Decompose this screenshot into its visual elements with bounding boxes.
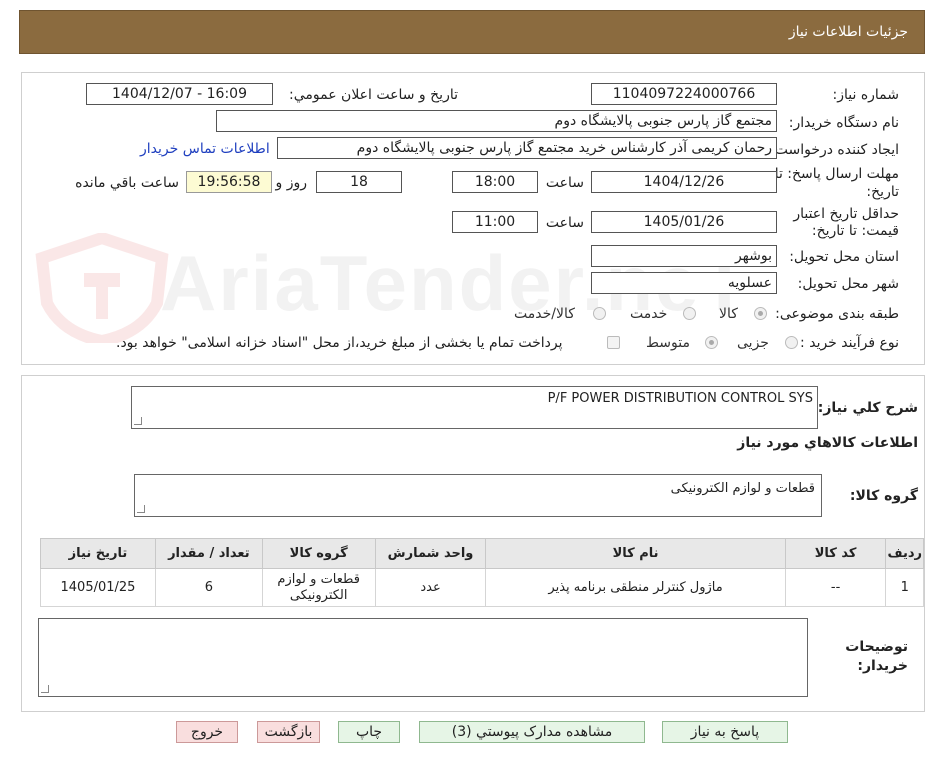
view-attachments-button[interactable]: مشاهده مدارک پیوستي (3) (419, 721, 645, 743)
summary-field: P/F POWER DISTRIBUTION CONTROL SYS (131, 386, 818, 429)
resize-handle-icon[interactable] (41, 685, 49, 693)
goods-table: ردیف کد کالا نام کالا واحد شمارش گروه کا… (40, 538, 924, 607)
category-radio-service[interactable] (683, 307, 696, 320)
cell-unit: عدد (374, 568, 487, 607)
requester-label: ایجاد کننده درخواست: (770, 142, 899, 158)
print-button[interactable]: چاپ (338, 721, 400, 743)
col-code: کد کالا (784, 538, 887, 569)
cell-group: قطعات و لوازم الکترونیکی (261, 568, 376, 607)
table-header-row: ردیف کد کالا نام کالا واحد شمارش گروه کا… (40, 538, 924, 569)
category-radio-goods[interactable] (754, 307, 767, 320)
cell-code: -- (784, 568, 887, 607)
reply-deadline-label-2: تاریخ: (866, 184, 899, 200)
need-info-panel: AriaTender.neT شماره نیاز: 1104097224000… (21, 72, 925, 365)
announce-label: تاریخ و ساعت اعلان عمومي: (289, 87, 458, 103)
category-option-goods-service: کالا/خدمت (514, 306, 575, 322)
table-row: 1 -- ماژول کنترلر منطقی برنامه پذیر عدد … (40, 568, 924, 607)
reply-date-field: 1404/12/26 (591, 171, 777, 193)
process-radio-medium[interactable] (705, 336, 718, 349)
process-option-minor: جزیی (737, 335, 769, 351)
summary-text: P/F POWER DISTRIBUTION CONTROL SYS (547, 391, 813, 406)
process-radio-minor[interactable] (785, 336, 798, 349)
validity-time-label: ساعت (545, 215, 584, 231)
process-option-medium: متوسط (646, 335, 690, 351)
need-number-field: 1104097224000766 (591, 83, 777, 105)
process-label: نوع فرآیند خرید : (800, 335, 899, 351)
cell-need-date: 1405/01/25 (40, 568, 156, 607)
category-option-service: خدمت (630, 306, 668, 322)
col-quantity: تعداد / مقدار (154, 538, 263, 569)
validity-label: حداقل تاریخ اعتبار (793, 206, 899, 222)
goods-info-title: اطلاعات کالاهاي مورد نیاز (737, 435, 918, 451)
col-unit: واحد شمارش (374, 538, 487, 569)
need-number-label: شماره نیاز: (832, 87, 900, 103)
resize-handle-icon[interactable] (137, 505, 145, 513)
category-label: طبقه بندی موضوعی: (775, 306, 899, 322)
announce-field: 1404/12/07 - 16:09 (86, 83, 273, 105)
reply-time-field: 18:00 (452, 171, 538, 193)
watermark-shield-icon (35, 233, 169, 343)
days-label: روز و (275, 175, 308, 191)
province-label: استان محل تحویل: (789, 249, 899, 265)
remaining-time-field: 19:56:58 (186, 171, 272, 193)
goods-group-label: گروه کالا: (849, 488, 918, 504)
col-row: ردیف (885, 538, 924, 569)
category-radio-goods-service[interactable] (593, 307, 606, 320)
buyer-contact-link[interactable]: اطلاعات تماس خریدار (140, 141, 270, 157)
col-group: گروه کالا (261, 538, 376, 569)
category-option-goods: کالا (719, 306, 738, 322)
buyer-notes-label: توضیحات (845, 639, 908, 655)
col-need-date: تاریخ نیاز (40, 538, 156, 569)
goods-group-text: قطعات و لوازم الکترونیکی (670, 481, 815, 496)
buyer-notes-label-2: خریدار: (857, 658, 908, 674)
cell-name: ماژول کنترلر منطقی برنامه پذیر (485, 568, 786, 607)
back-button[interactable]: بازگشت (257, 721, 320, 743)
cell-row: 1 (885, 568, 924, 607)
goods-group-field: قطعات و لوازم الکترونیکی (134, 474, 822, 517)
page-header: جزئیات اطلاعات نیاز (19, 10, 925, 54)
buyer-org-field: مجتمع گاز پارس جنوبی پالایشگاه دوم (216, 110, 777, 132)
summary-label: شرح کلي نیاز: (817, 400, 918, 416)
resize-handle-icon[interactable] (134, 417, 142, 425)
need-details-panel: شرح کلي نیاز: P/F POWER DISTRIBUTION CON… (21, 375, 925, 712)
validity-time-field: 11:00 (452, 211, 538, 233)
col-name: نام کالا (485, 538, 786, 569)
reply-deadline-label: مهلت ارسال پاسخ: تا (774, 166, 899, 182)
reply-time-label: ساعت (545, 175, 584, 191)
days-field: 18 (316, 171, 402, 193)
treasury-payment-checkbox[interactable] (607, 336, 620, 349)
buyer-notes-field[interactable] (38, 618, 808, 697)
validity-date-field: 1405/01/26 (591, 211, 777, 233)
page-title: جزئیات اطلاعات نیاز (788, 24, 908, 40)
validity-label-2: قیمت: تا تاریخ: (811, 223, 899, 239)
exit-button[interactable]: خروج (176, 721, 238, 743)
city-field: عسلویه (591, 272, 777, 294)
cell-quantity: 6 (154, 568, 263, 607)
province-field: بوشهر (591, 245, 777, 267)
city-label: شهر محل تحویل: (797, 276, 899, 292)
reply-button[interactable]: پاسخ به نیاز (662, 721, 788, 743)
payment-note: پرداخت تمام یا بخشی از مبلغ خرید،از محل … (116, 335, 563, 351)
requester-field: رحمان کریمی آذر کارشناس خرید مجتمع گاز پ… (277, 137, 777, 159)
remaining-label: ساعت باقي مانده (75, 175, 179, 191)
buyer-org-label: نام دستگاه خریدار: (788, 115, 899, 131)
